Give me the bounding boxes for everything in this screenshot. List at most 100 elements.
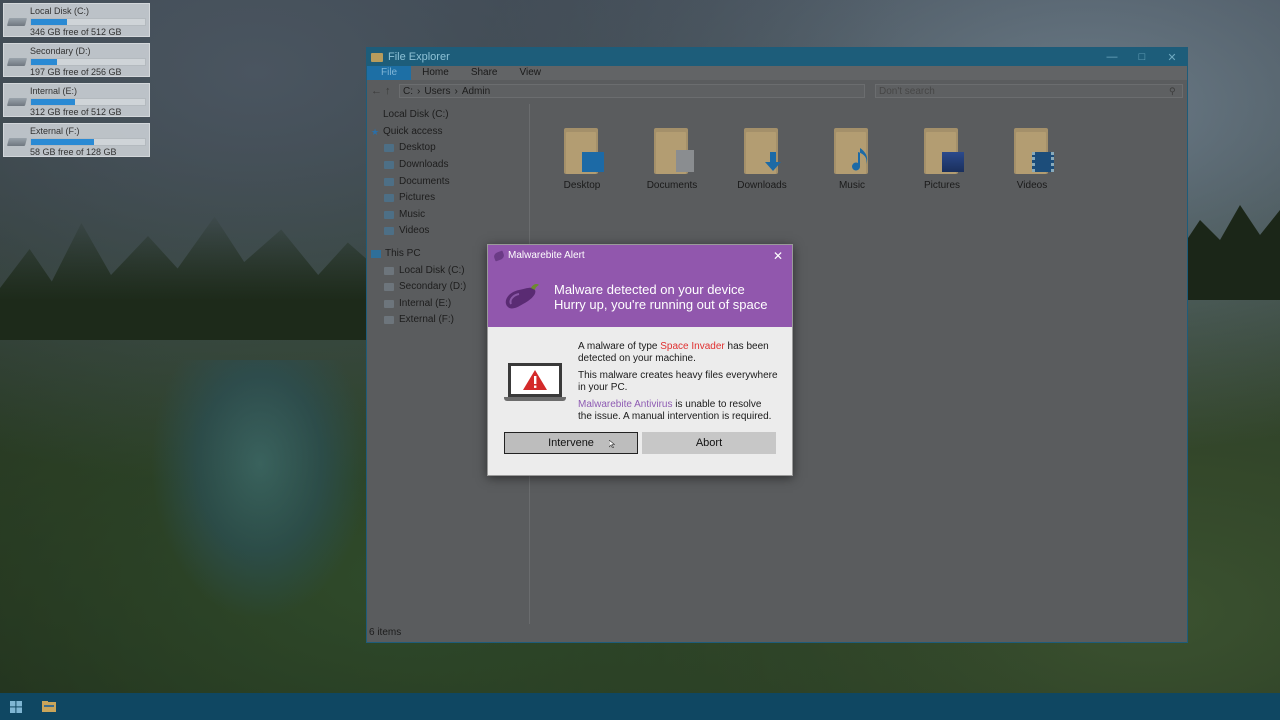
window-title: File Explorer bbox=[388, 51, 450, 63]
music-note-icon bbox=[852, 148, 868, 171]
alert-message-1: A malware of type Space Invader has been… bbox=[578, 341, 778, 364]
drive-name: Internal (E:) bbox=[30, 86, 78, 96]
folder-label: Videos bbox=[1016, 180, 1048, 191]
folder-pictures[interactable]: Pictures bbox=[907, 124, 977, 191]
status-bar: 6 items bbox=[369, 627, 402, 638]
ribbon-tabs: File Home Share View bbox=[367, 66, 1187, 80]
drive-name: Local Disk (C:) bbox=[30, 6, 90, 16]
drive-icon bbox=[4, 84, 30, 116]
up-arrow-icon[interactable]: ↑ bbox=[385, 85, 395, 97]
nav-documents[interactable]: Documents bbox=[367, 173, 529, 190]
tab-file[interactable]: File bbox=[367, 66, 412, 80]
pictures-icon bbox=[384, 194, 394, 203]
nav-quick-access[interactable]: ★ Quick access bbox=[367, 124, 529, 141]
intervene-button[interactable]: Intervene bbox=[504, 432, 638, 454]
explorer-titlebar[interactable]: File Explorer — □ ✕ bbox=[367, 48, 1187, 66]
desktop-folder-icon bbox=[558, 124, 606, 178]
star-icon: ★ bbox=[371, 126, 380, 137]
close-icon[interactable]: ✕ bbox=[1157, 51, 1187, 64]
folder-icon bbox=[42, 701, 56, 712]
wallpaper-hills bbox=[0, 216, 370, 340]
tab-share[interactable]: Share bbox=[460, 66, 509, 80]
documents-icon bbox=[384, 177, 394, 186]
nav-label: Local Disk (C:) bbox=[399, 264, 465, 276]
search-input[interactable]: Don't search ⚲ bbox=[875, 84, 1183, 98]
drive-widget-c[interactable]: Local Disk (C:) 346 GB free of 512 GB bbox=[3, 3, 150, 37]
maximize-icon[interactable]: □ bbox=[1127, 51, 1157, 63]
drive-free-text: 346 GB free of 512 GB bbox=[30, 27, 122, 37]
nav-label: Desktop bbox=[399, 142, 436, 154]
nav-label: Documents bbox=[399, 175, 450, 187]
music-icon bbox=[384, 210, 394, 219]
search-placeholder: Don't search bbox=[879, 85, 935, 97]
drive-widget-d[interactable]: Secondary (D:) 197 GB free of 256 GB bbox=[3, 43, 150, 77]
nav-downloads[interactable]: Downloads bbox=[367, 157, 529, 174]
nav-label: Internal (E:) bbox=[399, 297, 452, 309]
nav-desktop[interactable]: Desktop bbox=[367, 140, 529, 157]
folder-icon bbox=[371, 52, 383, 62]
breadcrumb-separator-icon: › bbox=[417, 85, 421, 97]
drive-free-text: 58 GB free of 128 GB bbox=[30, 147, 117, 157]
nav-pictures[interactable]: Pictures bbox=[367, 190, 529, 207]
nav-label: External (F:) bbox=[399, 314, 455, 326]
back-arrow-icon[interactable]: ← bbox=[371, 85, 382, 97]
wallpaper-hills-right bbox=[1180, 205, 1280, 300]
folder-videos[interactable]: Videos bbox=[997, 124, 1067, 191]
drive-widget-e[interactable]: Internal (E:) 312 GB free of 512 GB bbox=[3, 83, 150, 117]
taskbar bbox=[0, 693, 1280, 720]
breadcrumb-drive[interactable]: C: bbox=[403, 86, 413, 97]
nav-music[interactable]: Music bbox=[367, 207, 529, 224]
drive-name: External (F:) bbox=[30, 126, 80, 136]
alert-subheadline: Hurry up, you're running out of space bbox=[554, 296, 768, 312]
nav-label: This PC bbox=[385, 248, 421, 260]
drive-free-text: 312 GB free of 512 GB bbox=[30, 107, 122, 117]
nav-local-disk[interactable]: Local Disk (C:) bbox=[367, 107, 529, 124]
search-icon[interactable]: ⚲ bbox=[1169, 86, 1179, 96]
folder-label: Downloads bbox=[737, 180, 787, 191]
msg-text: A malware of type bbox=[578, 341, 661, 352]
drive-icon bbox=[384, 266, 394, 275]
drive-icon bbox=[4, 124, 30, 156]
dialog-header: Malware detected on your device Hurry up… bbox=[488, 266, 792, 327]
malware-alert-dialog[interactable]: Malwarebite Alert ✕ Malware detected on … bbox=[487, 244, 793, 476]
drive-free-text: 197 GB free of 256 GB bbox=[30, 67, 122, 77]
drive-icon bbox=[384, 283, 394, 292]
videos-icon bbox=[384, 227, 394, 236]
windows-logo-icon bbox=[10, 700, 22, 713]
drive-icon bbox=[4, 44, 30, 76]
documents-folder-icon bbox=[648, 124, 696, 178]
dialog-titlebar[interactable]: Malwarebite Alert ✕ bbox=[488, 245, 792, 266]
drive-name: Secondary (D:) bbox=[30, 46, 91, 56]
taskbar-file-explorer[interactable] bbox=[32, 693, 66, 720]
minimize-icon[interactable]: — bbox=[1097, 51, 1127, 63]
nav-label: Local Disk (C:) bbox=[383, 109, 449, 121]
computer-icon bbox=[371, 250, 381, 259]
address-bar[interactable]: C: › Users › Admin bbox=[399, 84, 865, 98]
folder-documents[interactable]: Documents bbox=[637, 124, 707, 191]
folder-downloads[interactable]: Downloads bbox=[727, 124, 797, 191]
wallpaper-river bbox=[150, 360, 370, 620]
videos-folder-icon bbox=[1008, 124, 1056, 178]
folder-desktop[interactable]: Desktop bbox=[547, 124, 617, 191]
breadcrumb-separator-icon: › bbox=[454, 85, 458, 97]
start-button[interactable] bbox=[0, 693, 32, 720]
download-arrow-icon bbox=[765, 152, 781, 171]
antivirus-name: Malwarebite Antivirus bbox=[578, 399, 673, 410]
downloads-icon bbox=[384, 161, 394, 170]
pictures-folder-icon bbox=[918, 124, 966, 178]
breadcrumb-users[interactable]: Users bbox=[424, 86, 450, 97]
folder-music[interactable]: Music bbox=[817, 124, 887, 191]
tab-home[interactable]: Home bbox=[411, 66, 460, 80]
nav-label: Music bbox=[399, 208, 426, 220]
alert-headline: Malware detected on your device bbox=[554, 281, 745, 297]
drive-usage-bar bbox=[30, 18, 146, 26]
tab-view[interactable]: View bbox=[509, 66, 553, 80]
alert-message-3: Malwarebite Antivirus is unable to resol… bbox=[578, 399, 778, 422]
drive-widget-f[interactable]: External (F:) 58 GB free of 128 GB bbox=[3, 123, 150, 157]
drive-icon bbox=[384, 316, 394, 325]
nav-videos[interactable]: Videos bbox=[367, 223, 529, 240]
breadcrumb-admin[interactable]: Admin bbox=[462, 86, 490, 97]
abort-button[interactable]: Abort bbox=[642, 432, 776, 454]
drive-usage-bar bbox=[30, 58, 146, 66]
close-icon[interactable]: ✕ bbox=[764, 249, 792, 263]
